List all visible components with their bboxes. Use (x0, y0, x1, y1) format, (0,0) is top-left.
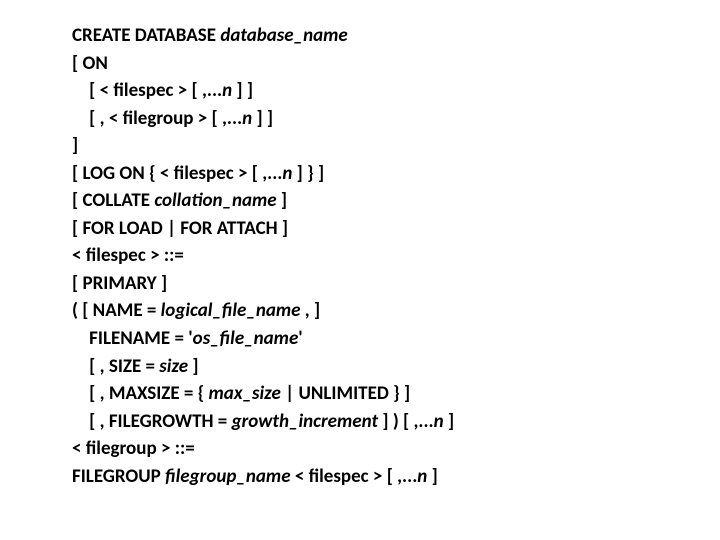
kw-for: [ FOR LOAD | FOR ATTACH ] (72, 217, 288, 240)
kw-collate: [ COLLATE (72, 189, 154, 212)
line-maxsize: [ , MAXSIZE = { max_size | UNLIMITED } ] (72, 380, 720, 408)
seg-filegroup-tail: < filespec > [ ,... (291, 465, 418, 488)
line-name: ( [ NAME = logical_file_name , ] (72, 297, 720, 325)
line-filegroup-opt: [ , < filegroup > [ ,...n ] ] (72, 105, 720, 133)
kw-maxsize: [ , MAXSIZE = { (72, 382, 209, 405)
param-max-size: max_size (209, 382, 281, 405)
param-n: n (282, 162, 292, 185)
close-bracket: ] (72, 134, 78, 157)
kw-size: [ , SIZE = (72, 355, 159, 378)
line-filename: FILENAME = 'os_file_name' (72, 325, 720, 353)
param-os-file-name: os_file_name (193, 327, 299, 350)
line-log-on: [ LOG ON { < filespec > [ ,...n ] } ] (72, 160, 720, 188)
param-collation-name: collation_name (154, 189, 276, 212)
line-filegroup: FILEGROUP filegroup_name < filespec > [ … (72, 463, 720, 491)
close-filegrowth: ] ) [ ,... (378, 410, 434, 433)
seg-filegroup-c: ] ] (252, 107, 273, 130)
line-create: CREATE DATABASE database_name (72, 22, 720, 50)
seg-filegroup-a: [ , < filegroup > [ ,... (72, 107, 242, 130)
def-filegroup: < filegroup > ::= (72, 437, 195, 460)
close-filename: ' (298, 327, 302, 350)
kw-filegroup: FILEGROUP (72, 465, 165, 488)
close-size: ] (188, 355, 198, 378)
kw-filegrowth: [ , FILEGROWTH = (72, 410, 232, 433)
line-filegroup-def: < filegroup > ::= (72, 435, 720, 463)
line-close-bracket: ] (72, 132, 720, 160)
close-collate: ] (277, 189, 287, 212)
close-n: ] (444, 410, 454, 433)
param-logical-file-name: logical_file_name (161, 299, 301, 322)
param-n: n (242, 107, 252, 130)
line-size: [ , SIZE = size ] (72, 353, 720, 381)
syntax-block: CREATE DATABASE database_name [ ON [ < f… (0, 0, 720, 490)
line-for: [ FOR LOAD | FOR ATTACH ] (72, 215, 720, 243)
close-n: ] (427, 465, 437, 488)
kw-log-on-a: [ LOG ON { < filespec > [ ,... (72, 162, 282, 185)
line-collate: [ COLLATE collation_name ] (72, 187, 720, 215)
param-n: n (417, 465, 427, 488)
close-name: , ] (301, 299, 321, 322)
close-maxsize: | UNLIMITED } ] (281, 382, 410, 405)
line-on: [ ON (72, 50, 720, 78)
kw-primary: [ PRIMARY ] (72, 272, 167, 295)
def-filespec: < filespec > ::= (72, 244, 184, 267)
param-size: size (159, 355, 188, 378)
kw-name: ( [ NAME = (72, 299, 161, 322)
param-filegroup-name: filegroup_name (165, 465, 290, 488)
line-filespec-opt: [ < filespec > [ ,...n ] ] (72, 77, 720, 105)
seg-filespec-a: [ < filespec > [ ,... (72, 79, 222, 102)
param-growth-increment: growth_increment (232, 410, 379, 433)
param-n: n (434, 410, 444, 433)
seg-filespec-c: ] ] (232, 79, 253, 102)
kw-create: CREATE DATABASE (72, 24, 220, 47)
line-filegrowth: [ , FILEGROWTH = growth_increment ] ) [ … (72, 408, 720, 436)
kw-on: [ ON (72, 52, 108, 75)
line-filespec-def: < filespec > ::= (72, 242, 720, 270)
kw-filename: FILENAME = ' (72, 327, 193, 350)
param-n: n (222, 79, 232, 102)
kw-log-on-c: ] } ] (292, 162, 324, 185)
param-database-name: database_name (220, 24, 347, 47)
line-primary: [ PRIMARY ] (72, 270, 720, 298)
